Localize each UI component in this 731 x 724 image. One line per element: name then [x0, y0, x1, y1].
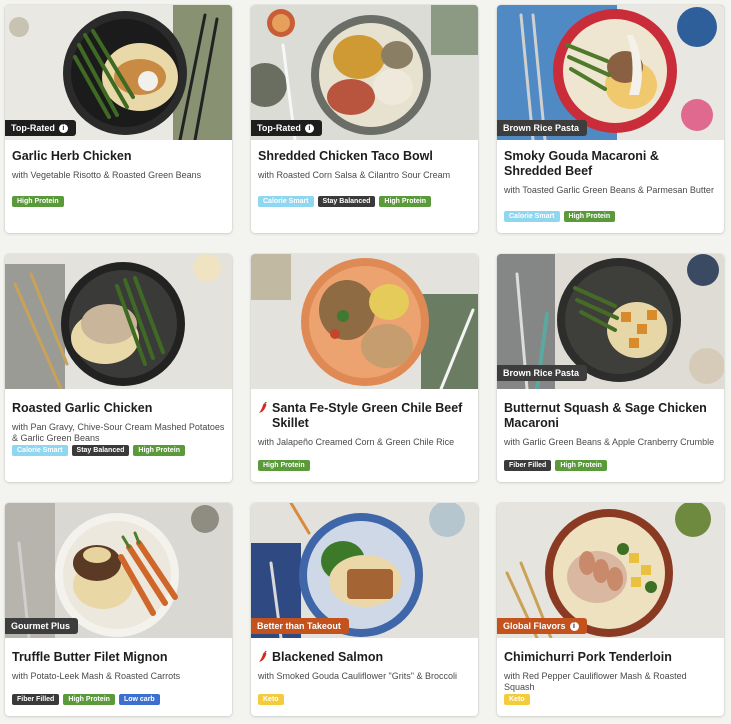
- meal-title-text: Santa Fe-Style Green Chile Beef Skillet: [272, 401, 463, 430]
- meal-photo: Better than Takeout: [251, 503, 478, 638]
- meal-photo: Top-Rated i: [251, 5, 478, 140]
- meal-card[interactable]: Brown Rice Pasta Smoky Gouda Macaroni & …: [497, 5, 724, 233]
- chili-pepper-icon: [258, 650, 268, 663]
- meal-card[interactable]: Better than Takeout Blackened Salmon wit…: [251, 503, 478, 716]
- tag-high-protein: High Protein: [63, 694, 115, 705]
- ribbon-label: Better than Takeout: [257, 621, 341, 631]
- tag-high-protein: High Protein: [133, 445, 186, 456]
- tag-stay-balanced: Stay Balanced: [71, 445, 130, 456]
- meal-card[interactable]: Santa Fe-Style Green Chile Beef Skillet …: [251, 254, 478, 482]
- meal-card[interactable]: Top-Rated i Shredded Chicken Taco Bowl w…: [251, 5, 478, 233]
- meal-subtitle: with Jalapeño Creamed Corn & Green Chile…: [258, 437, 455, 447]
- tag-list: Calorie Smart Stay Balanced High Protein: [258, 196, 432, 207]
- meal-subtitle: with Garlic Green Beans & Apple Cranberr…: [504, 437, 715, 447]
- info-icon[interactable]: i: [569, 621, 579, 631]
- meal-subtitle: with Red Pepper Cauliflower Mash & Roast…: [504, 671, 687, 692]
- meal-title[interactable]: Blackened Salmon: [258, 650, 471, 665]
- tag-list: High Protein: [258, 460, 310, 471]
- meal-title-text: Blackened Salmon: [272, 650, 384, 664]
- tag-high-protein: High Protein: [379, 196, 432, 207]
- meal-title[interactable]: Shredded Chicken Taco Bowl: [258, 149, 471, 164]
- tag-high-protein: High Protein: [12, 196, 64, 207]
- meal-photo-art: [251, 254, 478, 389]
- tag-calorie-smart: Calorie Smart: [258, 196, 314, 207]
- meal-title[interactable]: Smoky Gouda Macaroni & Shredded Beef: [504, 149, 717, 179]
- chili-pepper-icon: [258, 401, 268, 414]
- tag-calorie-smart: Calorie Smart: [504, 211, 560, 222]
- ribbon-badge: Brown Rice Pasta: [497, 120, 588, 136]
- tag-low-carb: Low carb: [118, 694, 160, 705]
- meal-title[interactable]: Garlic Herb Chicken: [12, 149, 225, 164]
- tag-list: Fiber Filled High Protein: [504, 460, 607, 471]
- meal-subtitle: with Roasted Corn Salsa & Cilantro Sour …: [258, 170, 451, 180]
- meal-subtitle: with Vegetable Risotto & Roasted Green B…: [12, 170, 202, 180]
- tag-high-protein: High Protein: [258, 460, 310, 471]
- ribbon-label: Gourmet Plus: [11, 621, 71, 631]
- meal-card[interactable]: Gourmet Plus Truffle Butter Filet Mignon…: [5, 503, 232, 716]
- ribbon-label: Brown Rice Pasta: [503, 123, 580, 133]
- tag-keto: Keto: [504, 694, 530, 705]
- tag-high-protein: High Protein: [563, 211, 616, 222]
- tag-list: Calorie Smart Stay Balanced High Protein: [12, 445, 186, 456]
- meal-photo: [251, 254, 478, 389]
- tag-fiber-filled: Fiber Filled: [504, 460, 552, 471]
- tag-high-protein: High Protein: [555, 460, 607, 471]
- meal-card[interactable]: Global Flavors i Chimichurri Pork Tender…: [497, 503, 724, 716]
- meal-title[interactable]: Butternut Squash & Sage Chicken Macaroni: [504, 401, 717, 431]
- meal-photo: [5, 254, 232, 389]
- meal-card[interactable]: Brown Rice Pasta Butternut Squash & Sage…: [497, 254, 724, 482]
- ribbon-badge: Global Flavors i: [497, 618, 587, 634]
- meal-subtitle: with Toasted Garlic Green Beans & Parmes…: [504, 185, 714, 195]
- meal-photo: Top-Rated i: [5, 5, 232, 140]
- tag-calorie-smart: Calorie Smart: [12, 445, 68, 456]
- meal-title[interactable]: Chimichurri Pork Tenderloin: [504, 650, 717, 665]
- ribbon-badge: Top-Rated i: [251, 120, 322, 136]
- meal-grid: Top-Rated i Garlic Herb Chicken with Veg…: [0, 0, 731, 724]
- ribbon-label: Global Flavors: [503, 621, 566, 631]
- tag-fiber-filled: Fiber Filled: [12, 694, 60, 705]
- ribbon-label: Top-Rated: [11, 123, 55, 133]
- tag-list: Keto: [504, 694, 530, 705]
- meal-title[interactable]: Roasted Garlic Chicken: [12, 401, 225, 416]
- tag-keto: Keto: [258, 694, 284, 705]
- tag-list: Fiber Filled High Protein Low carb: [12, 694, 160, 705]
- meal-photo: Brown Rice Pasta: [497, 5, 724, 140]
- tag-list: Calorie Smart High Protein: [504, 211, 616, 222]
- tag-list: High Protein: [12, 196, 64, 207]
- meal-subtitle: with Potato-Leek Mash & Roasted Carrots: [12, 671, 181, 681]
- meal-subtitle: with Smoked Gouda Cauliflower "Grits" & …: [258, 671, 457, 681]
- meal-photo-art: [5, 254, 232, 389]
- ribbon-label: Top-Rated: [257, 123, 301, 133]
- meal-subtitle: with Pan Gravy, Chive-Sour Cream Mashed …: [12, 422, 225, 443]
- meal-photo: Gourmet Plus: [5, 503, 232, 638]
- tag-stay-balanced: Stay Balanced: [317, 196, 376, 207]
- ribbon-badge: Brown Rice Pasta: [497, 365, 588, 381]
- meal-title[interactable]: Santa Fe-Style Green Chile Beef Skillet: [258, 401, 471, 431]
- info-icon[interactable]: i: [58, 123, 68, 133]
- meal-card[interactable]: Top-Rated i Garlic Herb Chicken with Veg…: [5, 5, 232, 233]
- ribbon-badge: Better than Takeout: [251, 618, 349, 634]
- meal-photo: Global Flavors i: [497, 503, 724, 638]
- ribbon-label: Brown Rice Pasta: [503, 368, 580, 378]
- ribbon-badge: Top-Rated i: [5, 120, 76, 136]
- meal-card[interactable]: Roasted Garlic Chicken with Pan Gravy, C…: [5, 254, 232, 482]
- meal-photo: Brown Rice Pasta: [497, 254, 724, 389]
- tag-list: Keto: [258, 694, 284, 705]
- ribbon-badge: Gourmet Plus: [5, 618, 79, 634]
- info-icon[interactable]: i: [304, 123, 314, 133]
- meal-title[interactable]: Truffle Butter Filet Mignon: [12, 650, 225, 665]
